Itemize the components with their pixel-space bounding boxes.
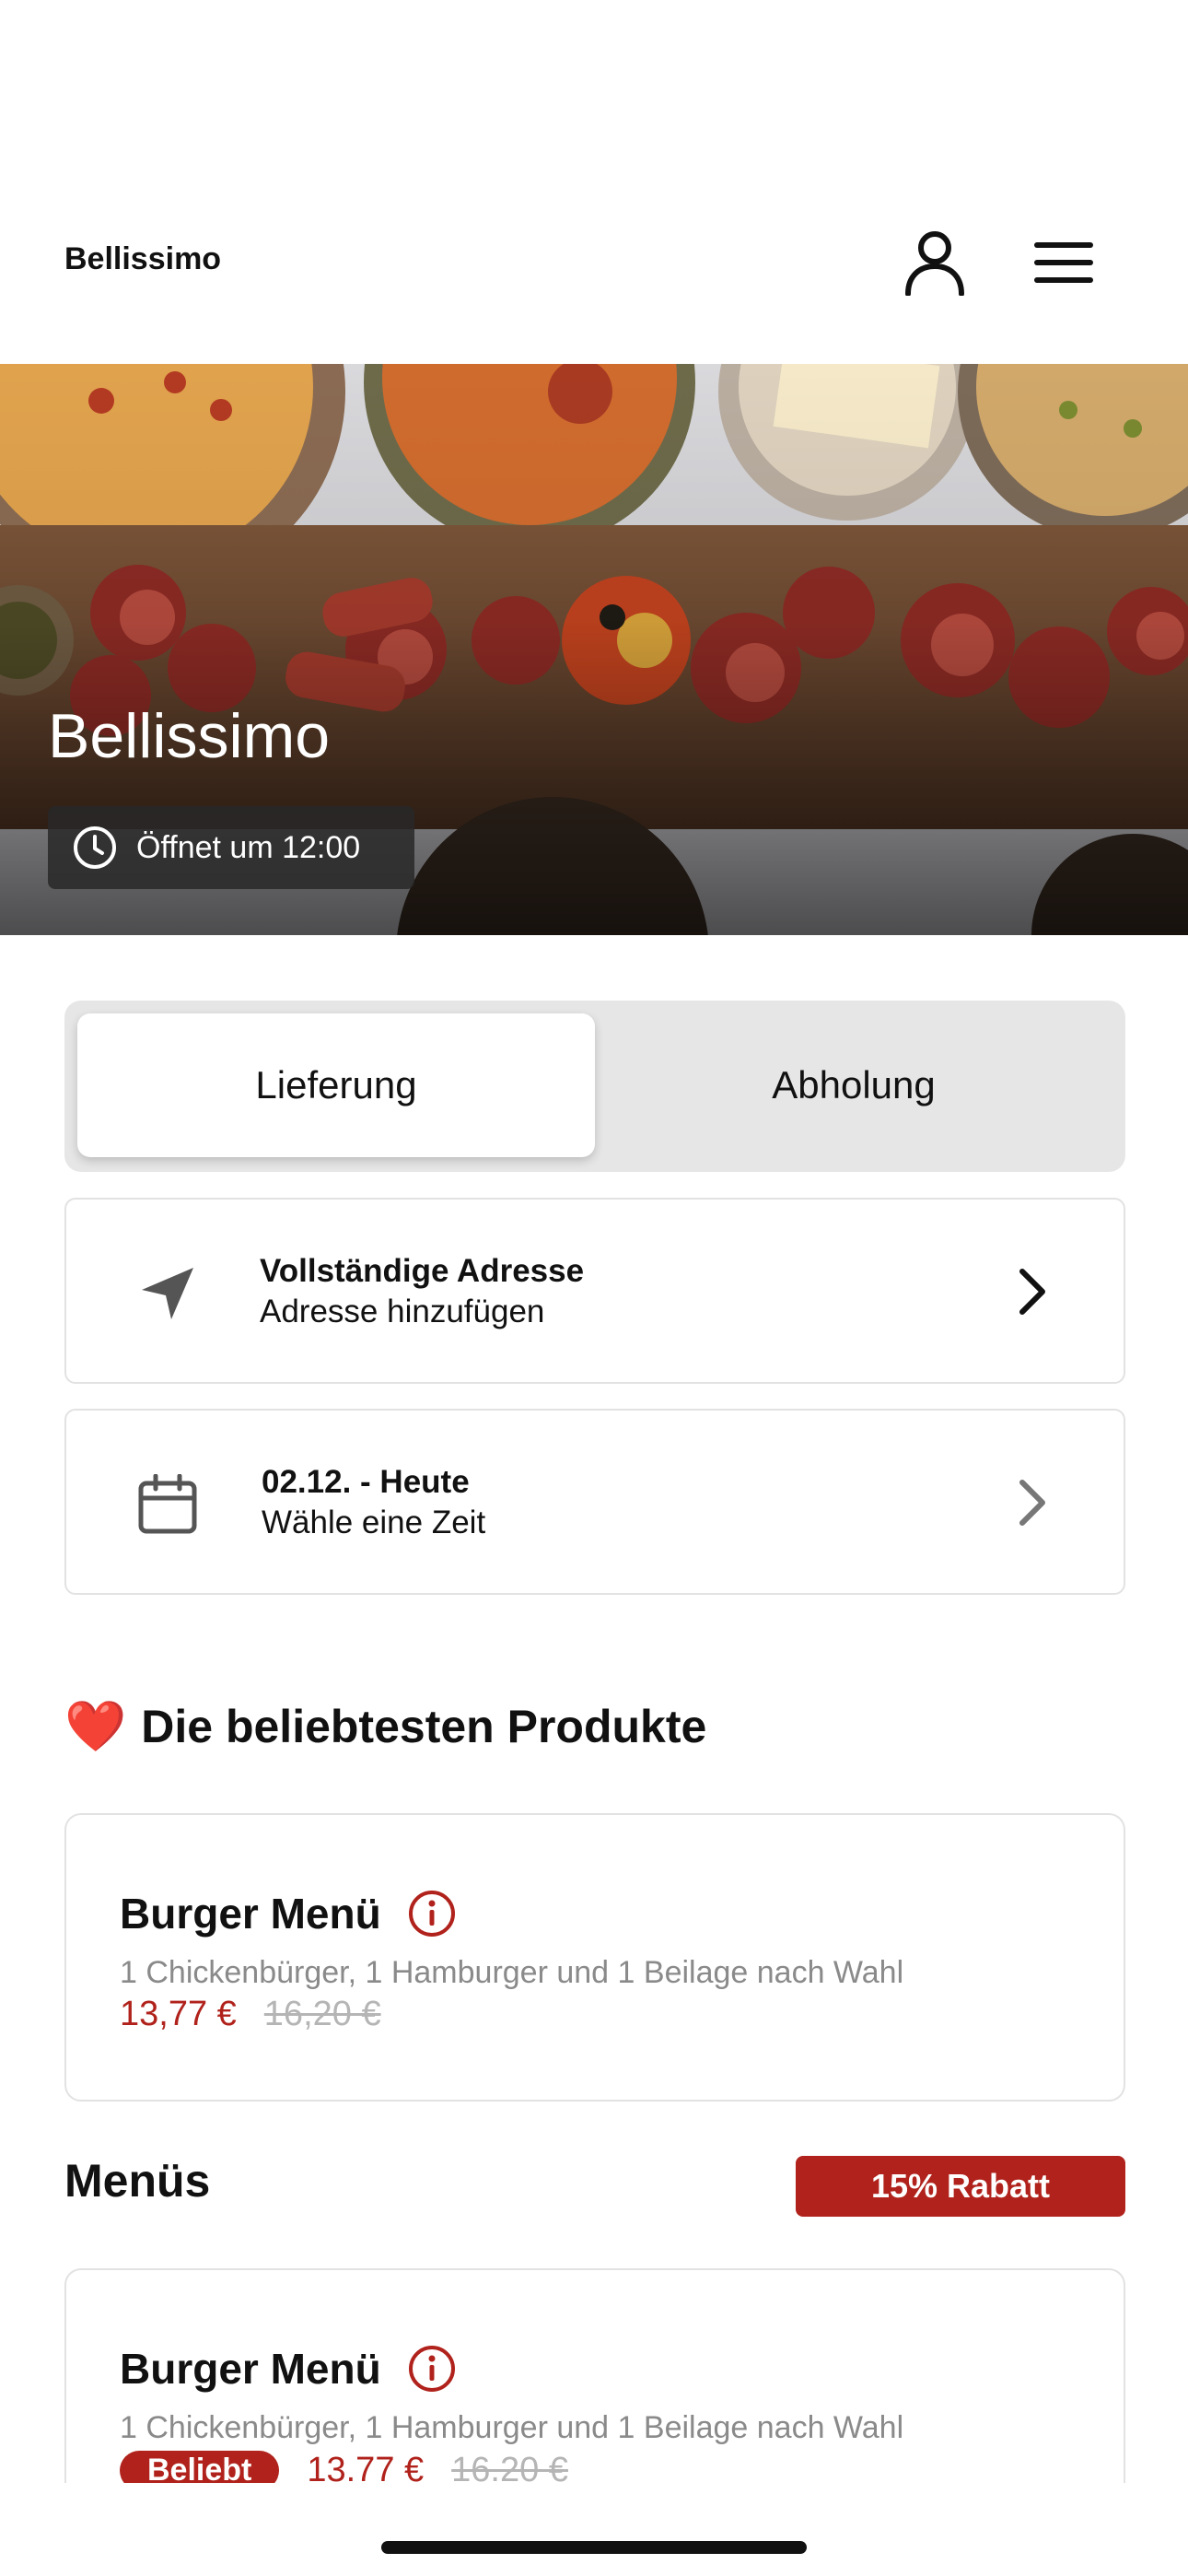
clock-icon [74, 826, 116, 869]
time-icon-wrap [131, 1468, 204, 1541]
order-mode-toggle: Lieferung Abholung [64, 1001, 1125, 1172]
product-name-row: Burger Menü [120, 2344, 457, 2394]
address-icon-wrap [131, 1257, 204, 1330]
product-description: 1 Chickenbürger, 1 Hamburger und 1 Beila… [120, 2410, 904, 2445]
chevron-right-icon [1019, 1269, 1045, 1315]
product-name-row: Burger Menü [120, 1889, 457, 1938]
location-arrow-icon [142, 1268, 193, 1319]
account-button[interactable] [898, 221, 972, 304]
address-selector[interactable]: Vollständige Adresse Adresse hinzufügen [64, 1198, 1125, 1384]
menus-list: Burger Menü 1 Chickenbürger, 1 Hamburger… [0, 2211, 1188, 2483]
brand-name[interactable]: Bellissimo [64, 241, 221, 277]
address-title: Vollständige Adresse [260, 1253, 585, 1289]
product-card-popular[interactable]: Burger Menü 1 Chickenbürger, 1 Hamburger… [64, 1813, 1125, 2102]
chevron-right-icon [1019, 1480, 1045, 1526]
address-text: Vollständige Adresse Adresse hinzufügen [260, 1251, 584, 1332]
product-old-price: 16,20 € [263, 1995, 381, 2033]
product-name: Burger Menü [120, 2345, 381, 2393]
product-description: 1 Chickenbürger, 1 Hamburger und 1 Beila… [120, 1955, 904, 1990]
heart-icon: ❤️ [64, 1699, 127, 1754]
time-text: 02.12. - Heute Wähle eine Zeit [262, 1462, 485, 1543]
opening-status-text: Öffnet um 12:00 [136, 829, 361, 865]
address-chevron [1017, 1266, 1050, 1322]
time-title: 02.12. - Heute [262, 1464, 470, 1500]
calendar-icon [138, 1474, 197, 1534]
info-icon[interactable] [407, 1889, 457, 1938]
tab-pickup[interactable]: Abholung [595, 1013, 1112, 1157]
time-chevron [1017, 1477, 1050, 1533]
product-card-menu[interactable]: Burger Menü 1 Chickenbürger, 1 Hamburger… [64, 2268, 1125, 2483]
price-row: Beliebt 13.77 € 16.20 € [120, 2451, 568, 2483]
discount-badge: 15% Rabatt [796, 2156, 1125, 2217]
home-indicator[interactable] [381, 2541, 807, 2554]
opening-status-badge: Öffnet um 12:00 [48, 806, 414, 889]
hamburger-menu-icon [1034, 242, 1093, 283]
product-name: Burger Menü [120, 1890, 381, 1938]
popular-heading: ❤️ Die beliebtesten Produkte [64, 1700, 706, 1753]
popular-badge: Beliebt [120, 2451, 280, 2483]
popular-heading-text: Die beliebtesten Produkte [141, 1701, 707, 1752]
menus-heading: Menüs [64, 2155, 211, 2207]
address-subtitle: Adresse hinzufügen [260, 1294, 545, 1329]
restaurant-title: Bellissimo [48, 701, 331, 771]
user-icon [905, 231, 964, 296]
product-price: 13.77 € [307, 2451, 425, 2483]
product-old-price: 16.20 € [451, 2451, 568, 2483]
product-price: 13,77 € [120, 1995, 237, 2033]
menu-button[interactable] [1022, 230, 1105, 295]
time-selector[interactable]: 02.12. - Heute Wähle eine Zeit [64, 1409, 1125, 1595]
time-subtitle: Wähle eine Zeit [262, 1505, 486, 1540]
app-header: Bellissimo [0, 0, 1188, 364]
info-icon[interactable] [407, 2344, 457, 2394]
price-row: 13,77 € 16,20 € [120, 1995, 381, 2034]
tab-delivery[interactable]: Lieferung [77, 1013, 595, 1157]
